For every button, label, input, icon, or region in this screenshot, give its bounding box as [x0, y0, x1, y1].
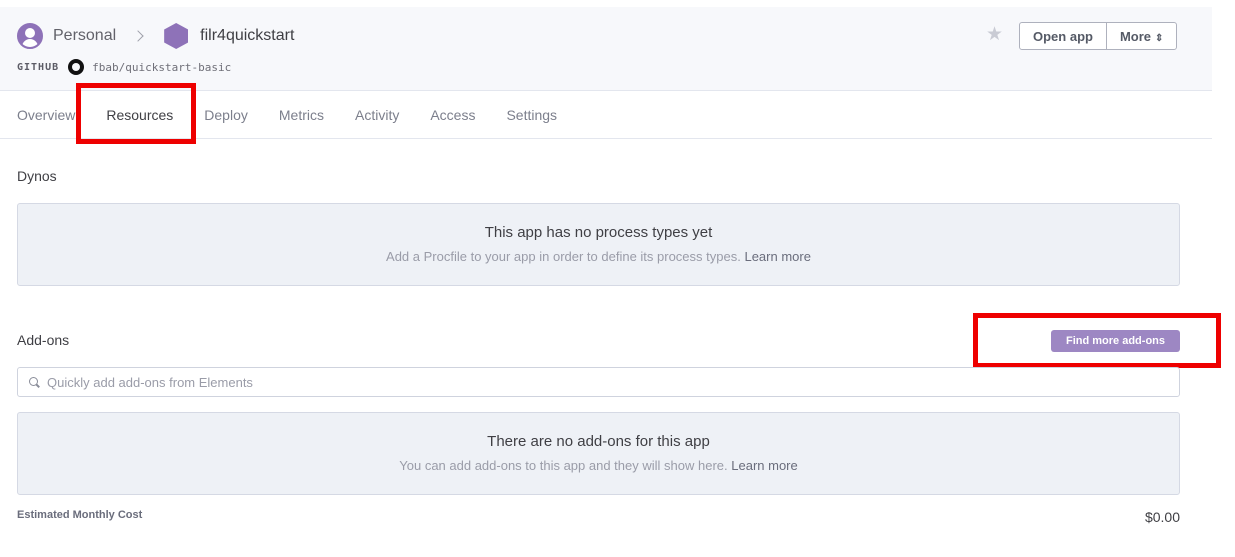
- github-icon: [68, 59, 85, 75]
- dynos-title: Dynos: [17, 168, 57, 184]
- app-tabs: Overview Resources Deploy Metrics Activi…: [17, 92, 588, 138]
- tab-settings[interactable]: Settings: [506, 107, 557, 123]
- addons-empty-text-row: You can add add-ons to this app and they…: [18, 458, 1179, 473]
- tab-access[interactable]: Access: [430, 107, 475, 123]
- hexagon-app-icon: [164, 23, 189, 49]
- dynos-learn-more-link[interactable]: Learn more: [744, 249, 810, 264]
- tab-metrics[interactable]: Metrics: [279, 107, 324, 123]
- estimated-cost-label: Estimated Monthly Cost: [17, 509, 143, 521]
- app-name: filr4quickstart: [200, 27, 295, 44]
- addons-search[interactable]: [17, 367, 1180, 397]
- breadcrumb-personal[interactable]: Personal: [53, 27, 116, 45]
- search-icon: [29, 376, 40, 388]
- addons-learn-more-link[interactable]: Learn more: [731, 458, 797, 473]
- addons-empty-title: There are no add-ons for this app: [487, 433, 710, 450]
- tab-deploy[interactable]: Deploy: [204, 107, 248, 123]
- tab-resources[interactable]: Resources: [106, 107, 173, 123]
- github-label: GITHUB: [17, 61, 60, 73]
- updown-chevron-icon: ⇕: [1155, 32, 1164, 44]
- tab-overview[interactable]: Overview: [17, 107, 75, 123]
- tab-activity[interactable]: Activity: [355, 107, 399, 123]
- more-label: More: [1119, 28, 1152, 44]
- find-more-addons-button[interactable]: Find more add-ons: [1051, 330, 1180, 352]
- addons-empty-text: You can add add-ons to this app and they…: [399, 458, 728, 473]
- addons-title: Add-ons: [17, 332, 70, 348]
- header-actions: Open app More ⇕: [1019, 22, 1178, 50]
- dynos-empty-title: This app has no process types yet: [484, 224, 713, 241]
- dynos-empty-text: Add a Procfile to your app in order to d…: [386, 249, 741, 264]
- github-repo-link[interactable]: fbab/quickstart-basic: [92, 61, 231, 74]
- tabs-divider: [0, 138, 1212, 139]
- more-button[interactable]: More ⇕: [1105, 23, 1177, 49]
- chevron-right-icon: [132, 30, 144, 42]
- dynos-empty-text-row: Add a Procfile to your app in order to d…: [18, 249, 1179, 264]
- estimated-cost-value: $0.00: [1144, 509, 1180, 525]
- user-avatar-icon[interactable]: [17, 23, 43, 49]
- dynos-empty-panel: This app has no process types yet Add a …: [17, 203, 1180, 286]
- open-app-button[interactable]: Open app: [1020, 23, 1106, 49]
- breadcrumb: Personal filr4quickstart: [17, 23, 294, 49]
- addons-empty-panel: There are no add-ons for this app You ca…: [17, 412, 1180, 495]
- app-header: Personal filr4quickstart GITHUB fbab/qui…: [0, 7, 1212, 91]
- star-icon[interactable]: ★: [986, 23, 1003, 47]
- addons-search-input[interactable]: [47, 374, 1147, 390]
- github-connection: GITHUB fbab/quickstart-basic: [17, 59, 231, 75]
